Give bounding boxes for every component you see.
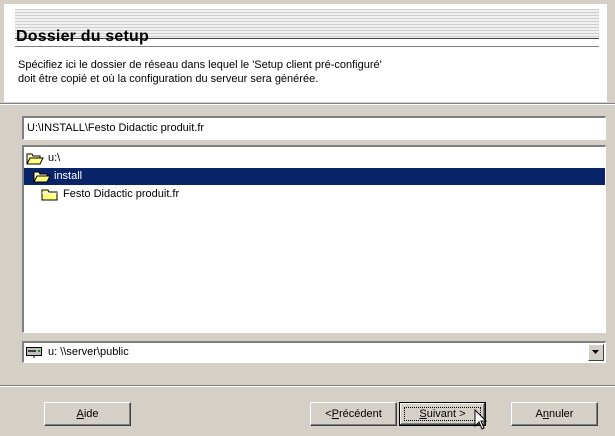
cancel-button[interactable]: Annuler: [511, 402, 598, 426]
folder-item-label: u:\: [48, 152, 61, 164]
drive-select[interactable]: u: \\server\public: [22, 341, 606, 363]
dropdown-button[interactable]: [588, 344, 604, 361]
chevron-down-icon: [592, 350, 599, 354]
description-line-1: Spécifiez ici le dossier de réseau dans …: [18, 59, 382, 71]
help-button[interactable]: Aide: [44, 402, 131, 426]
next-button[interactable]: Suivant >: [399, 402, 486, 426]
folder-item-label: Festo Didactic produit.fr: [63, 188, 180, 200]
folder-item-root[interactable]: u:\: [24, 150, 605, 167]
setup-dialog: Dossier du setup Spécifiez ici le dossie…: [0, 0, 615, 436]
folder-tree-list[interactable]: u:\ install Festo Didactic produit.fr: [22, 145, 606, 333]
header-panel: Dossier du setup Spécifiez ici le dossie…: [4, 4, 607, 102]
focus-rectangle: [404, 407, 481, 421]
folder-item-festo[interactable]: Festo Didactic produit.fr: [24, 186, 605, 203]
folder-path-input[interactable]: U:\INSTALL\Festo Didactic produit.fr: [22, 116, 606, 140]
drive-select-value: u: \\server\public: [48, 346, 129, 358]
back-button[interactable]: <Précédent: [310, 402, 397, 426]
title-divider: [15, 46, 599, 47]
open-folder-icon: [26, 153, 44, 165]
header-separator: [0, 103, 615, 105]
description-line-2: doit être copié et où la configuration d…: [18, 73, 319, 85]
open-folder-icon: [33, 171, 51, 183]
folder-icon: [41, 189, 58, 201]
page-title: Dossier du setup: [16, 28, 150, 45]
mouse-cursor-icon: [474, 409, 488, 430]
folder-item-label: install: [54, 170, 83, 182]
footer-separator: [0, 385, 615, 387]
network-drive-icon: [26, 347, 42, 358]
folder-item-install[interactable]: install: [24, 168, 605, 185]
